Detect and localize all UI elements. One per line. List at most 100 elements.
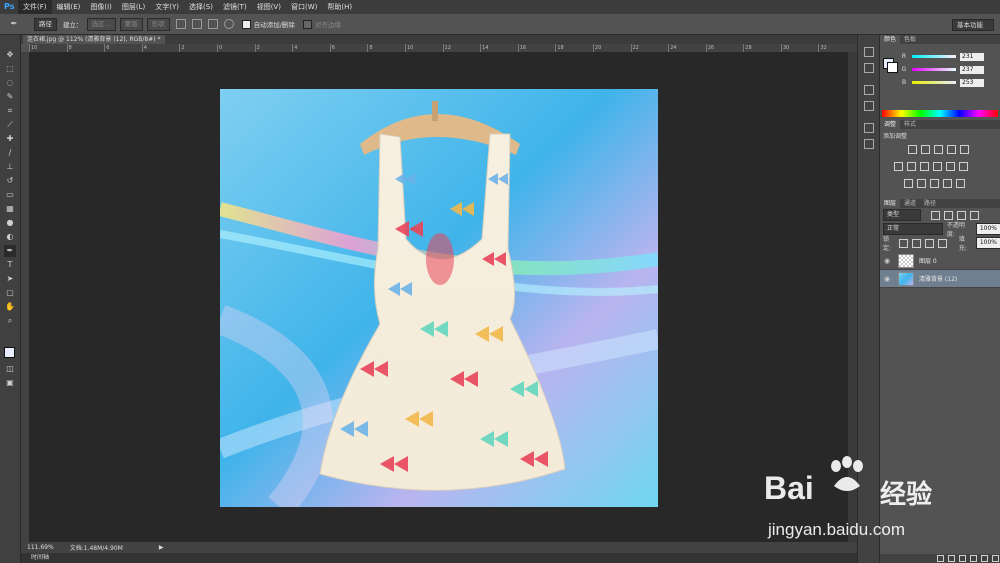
exposure-icon[interactable] [947, 145, 956, 154]
color-lookup-icon[interactable] [959, 162, 968, 171]
layer-filter-select[interactable]: 类型 [883, 209, 921, 221]
character-panel-icon[interactable] [863, 123, 874, 133]
quick-select-tool-icon[interactable]: ✎ [4, 91, 16, 103]
path-operations-icon[interactable] [175, 19, 186, 29]
pen-tool-icon[interactable]: ✒ [8, 18, 20, 30]
crop-tool-icon[interactable]: ⌗ [4, 105, 16, 117]
actions-panel-icon[interactable] [863, 63, 874, 73]
green-slider[interactable] [912, 68, 956, 71]
brush-tool-icon[interactable]: ∕ [4, 147, 16, 159]
info-panel-icon[interactable] [863, 85, 874, 95]
menu-file[interactable]: 文件(F) [18, 0, 52, 14]
tab-channels[interactable]: 通道 [900, 199, 920, 208]
type-tool-icon[interactable]: T [4, 259, 16, 271]
layer-row-selected[interactable]: ◉ 清雅背景 (12) [880, 270, 1000, 288]
red-value[interactable]: 231 [960, 52, 984, 61]
zoom-tool-icon[interactable]: ⌕ [4, 315, 16, 327]
visibility-eye-icon[interactable]: ◉ [884, 275, 892, 283]
mode-select[interactable]: 路径 [34, 17, 57, 31]
lasso-tool-icon[interactable]: ◌ [4, 77, 16, 89]
timeline-bar[interactable]: 时间轴 [21, 553, 857, 563]
pen-tool-icon[interactable]: ✒ [4, 245, 16, 257]
hue-saturation-icon[interactable] [894, 162, 903, 171]
menu-help[interactable]: 帮助(H) [322, 0, 357, 14]
menu-window[interactable]: 窗口(W) [286, 0, 322, 14]
align-edges-checkbox[interactable] [302, 19, 312, 29]
history-panel-icon[interactable] [863, 47, 874, 57]
levels-icon[interactable] [921, 145, 930, 154]
path-alignment-icon[interactable] [191, 19, 202, 29]
properties-panel-icon[interactable] [863, 101, 874, 111]
tab-layers[interactable]: 图层 [880, 199, 901, 208]
layer-style-icon[interactable] [948, 555, 955, 562]
document-image[interactable] [220, 89, 658, 507]
tab-swatches[interactable]: 色板 [900, 35, 920, 44]
gear-icon[interactable] [223, 19, 234, 29]
screen-mode-icon[interactable]: ▣ [4, 377, 16, 389]
tab-styles[interactable]: 样式 [900, 120, 920, 129]
selection-button[interactable]: 选区... [86, 17, 116, 31]
new-group-icon[interactable] [970, 555, 977, 562]
path-select-icon[interactable]: ➤ [4, 273, 16, 285]
green-value[interactable]: 237 [960, 65, 984, 74]
layer-name[interactable]: 图层 0 [919, 256, 937, 265]
filter-adjust-icon[interactable] [944, 210, 953, 220]
layer-row[interactable]: ◉ 图层 0 [880, 252, 1000, 270]
shape-button[interactable]: 形状 [146, 17, 170, 31]
blue-slider[interactable] [912, 81, 956, 84]
menu-layer[interactable]: 图层(L) [117, 0, 150, 14]
photo-filter-icon[interactable] [933, 162, 942, 171]
mask-button[interactable]: 蒙版 [119, 17, 143, 31]
add-mask-icon[interactable] [959, 555, 966, 562]
opacity-input[interactable]: 100% [975, 223, 1000, 235]
marquee-tool-icon[interactable]: ⬚ [4, 63, 16, 75]
quick-mask-icon[interactable]: ◫ [4, 363, 16, 375]
clone-stamp-icon[interactable]: ⊥ [4, 161, 16, 173]
lock-all-icon[interactable] [937, 238, 947, 248]
menu-image[interactable]: 图像(I) [85, 0, 117, 14]
link-layers-icon[interactable] [937, 555, 944, 562]
fill-input[interactable]: 100% [975, 237, 1000, 249]
channel-mixer-icon[interactable] [946, 162, 955, 171]
vibrance-icon[interactable] [960, 145, 969, 154]
tab-color[interactable]: 颜色 [880, 35, 901, 44]
dodge-tool-icon[interactable]: ◐ [4, 231, 16, 243]
menu-view[interactable]: 视图(V) [252, 0, 286, 14]
layer-name[interactable]: 清雅背景 (12) [919, 274, 957, 283]
visibility-eye-icon[interactable]: ◉ [884, 257, 892, 265]
filter-type-icon[interactable] [957, 210, 966, 220]
paragraph-panel-icon[interactable] [863, 139, 874, 149]
move-tool-icon[interactable]: ✥ [4, 49, 16, 61]
black-white-icon[interactable] [920, 162, 929, 171]
filter-shape-icon[interactable] [970, 210, 979, 220]
healing-brush-icon[interactable]: ✚ [4, 133, 16, 145]
menu-select[interactable]: 选择(S) [184, 0, 218, 14]
zoom-level[interactable]: 111.69% [27, 544, 54, 551]
shape-tool-icon[interactable]: ▢ [4, 287, 16, 299]
posterize-icon[interactable] [917, 179, 926, 188]
eyedropper-tool-icon[interactable]: ⟋ [4, 119, 16, 131]
lock-transparent-icon[interactable] [898, 238, 908, 248]
lock-image-icon[interactable] [911, 238, 921, 248]
bg-color-swatch[interactable] [887, 62, 898, 73]
new-layer-icon[interactable] [981, 555, 988, 562]
invert-icon[interactable] [904, 179, 913, 188]
menu-edit[interactable]: 编辑(E) [52, 0, 86, 14]
document-tab[interactable]: 连衣裙.jpg @ 112% (清雅背景 (12), RGB/8#) * [23, 35, 165, 44]
gradient-map-icon[interactable] [943, 179, 952, 188]
foreground-color-swatch[interactable] [4, 347, 15, 358]
blur-tool-icon[interactable]: ● [4, 217, 16, 229]
hand-tool-icon[interactable]: ✋ [4, 301, 16, 313]
brightness-icon[interactable] [908, 145, 917, 154]
workspace-select[interactable]: 基本功能 [952, 19, 994, 31]
color-spectrum-bar[interactable] [882, 110, 998, 117]
lock-position-icon[interactable] [924, 238, 934, 248]
tab-adjustments[interactable]: 调整 [880, 120, 901, 129]
trash-icon[interactable] [992, 555, 999, 562]
filter-pixel-icon[interactable] [931, 210, 940, 220]
history-brush-icon[interactable]: ↺ [4, 175, 16, 187]
status-menu-arrow-icon[interactable]: ▶ [159, 544, 164, 551]
menu-type[interactable]: 文字(Y) [150, 0, 184, 14]
tab-paths[interactable]: 路径 [920, 199, 940, 208]
selective-color-icon[interactable] [956, 179, 965, 188]
